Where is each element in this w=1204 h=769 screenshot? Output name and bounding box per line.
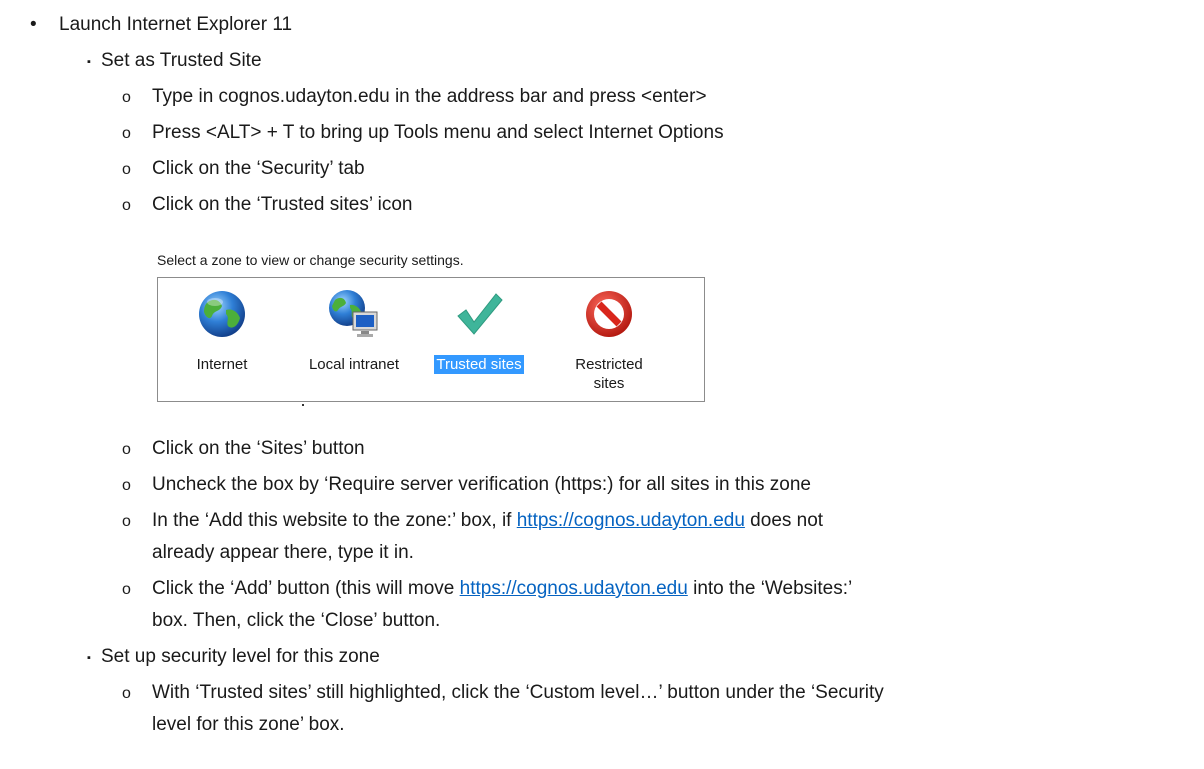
bullet-circle: o xyxy=(122,89,131,106)
step-click-add-cont: box. Then, click the ‘Close’ button. xyxy=(152,610,441,631)
step-uncheck-box: Uncheck the box by ‘Require server verif… xyxy=(152,474,811,495)
step-type-address: Type in cognos.udayton.edu in the addres… xyxy=(152,86,707,107)
step-click-trusted-icon: Click on the ‘Trusted sites’ icon xyxy=(152,194,413,215)
bullet-circle: o xyxy=(122,581,131,598)
zone-list: Internet Local intranet Trusted sites Re… xyxy=(157,277,705,402)
intranet-globe-icon xyxy=(329,290,378,337)
step-custom-level: With ‘Trusted sites’ still highlighted, … xyxy=(152,682,884,703)
step-add-site: In the ‘Add this website to the zone:’ b… xyxy=(152,510,824,531)
bullet-square: ▪ xyxy=(87,56,91,68)
bullet-circle: o xyxy=(122,513,131,530)
step-custom-level-cont: level for this zone’ box. xyxy=(152,714,345,735)
decorative-dot xyxy=(302,404,304,406)
bullet-circle: o xyxy=(122,441,131,458)
bullet-circle: o xyxy=(122,161,131,178)
bullet-circle: o xyxy=(122,125,131,142)
checkmark-icon xyxy=(457,293,503,335)
bullet-circle: o xyxy=(122,685,131,702)
zone-local-intranet[interactable]: Local intranet xyxy=(288,278,420,398)
step-click-security: Click on the ‘Security’ tab xyxy=(152,158,365,179)
zone-label-internet: Internet xyxy=(196,356,248,373)
cognos-link[interactable]: https://cognos.udayton.edu xyxy=(517,510,745,531)
globe-icon xyxy=(199,291,245,337)
step-press-alt: Press <ALT> + T to bring up Tools menu a… xyxy=(152,122,724,143)
zone-trusted-sites[interactable]: Trusted sites xyxy=(414,278,544,398)
bullet-circle: o xyxy=(122,197,131,214)
zone-restricted-sites[interactable]: Restricted sites xyxy=(554,278,664,398)
step-click-sites: Click on the ‘Sites’ button xyxy=(152,438,365,459)
step-security-heading: Set up security level for this zone xyxy=(101,646,380,667)
step-launch: Launch Internet Explorer 11 xyxy=(59,14,293,35)
zone-caption: Select a zone to view or change security… xyxy=(157,252,464,268)
step-add-site-cont: already appear there, type it in. xyxy=(152,542,414,563)
bullet-dot: • xyxy=(30,14,37,35)
zone-label-local-intranet: Local intranet xyxy=(308,356,400,373)
cognos-link[interactable]: https://cognos.udayton.edu xyxy=(460,578,688,599)
restricted-icon xyxy=(586,291,632,337)
bullet-circle: o xyxy=(122,477,131,494)
step-click-add: Click the ‘Add’ button (this will move h… xyxy=(152,578,853,599)
step-trusted-heading: Set as Trusted Site xyxy=(101,50,262,71)
zone-label-restricted-sites: Restricted sites xyxy=(575,356,643,392)
bullet-square: ▪ xyxy=(87,652,91,664)
zone-label-trusted-sites: Trusted sites xyxy=(434,355,524,374)
zone-internet[interactable]: Internet xyxy=(167,278,277,398)
